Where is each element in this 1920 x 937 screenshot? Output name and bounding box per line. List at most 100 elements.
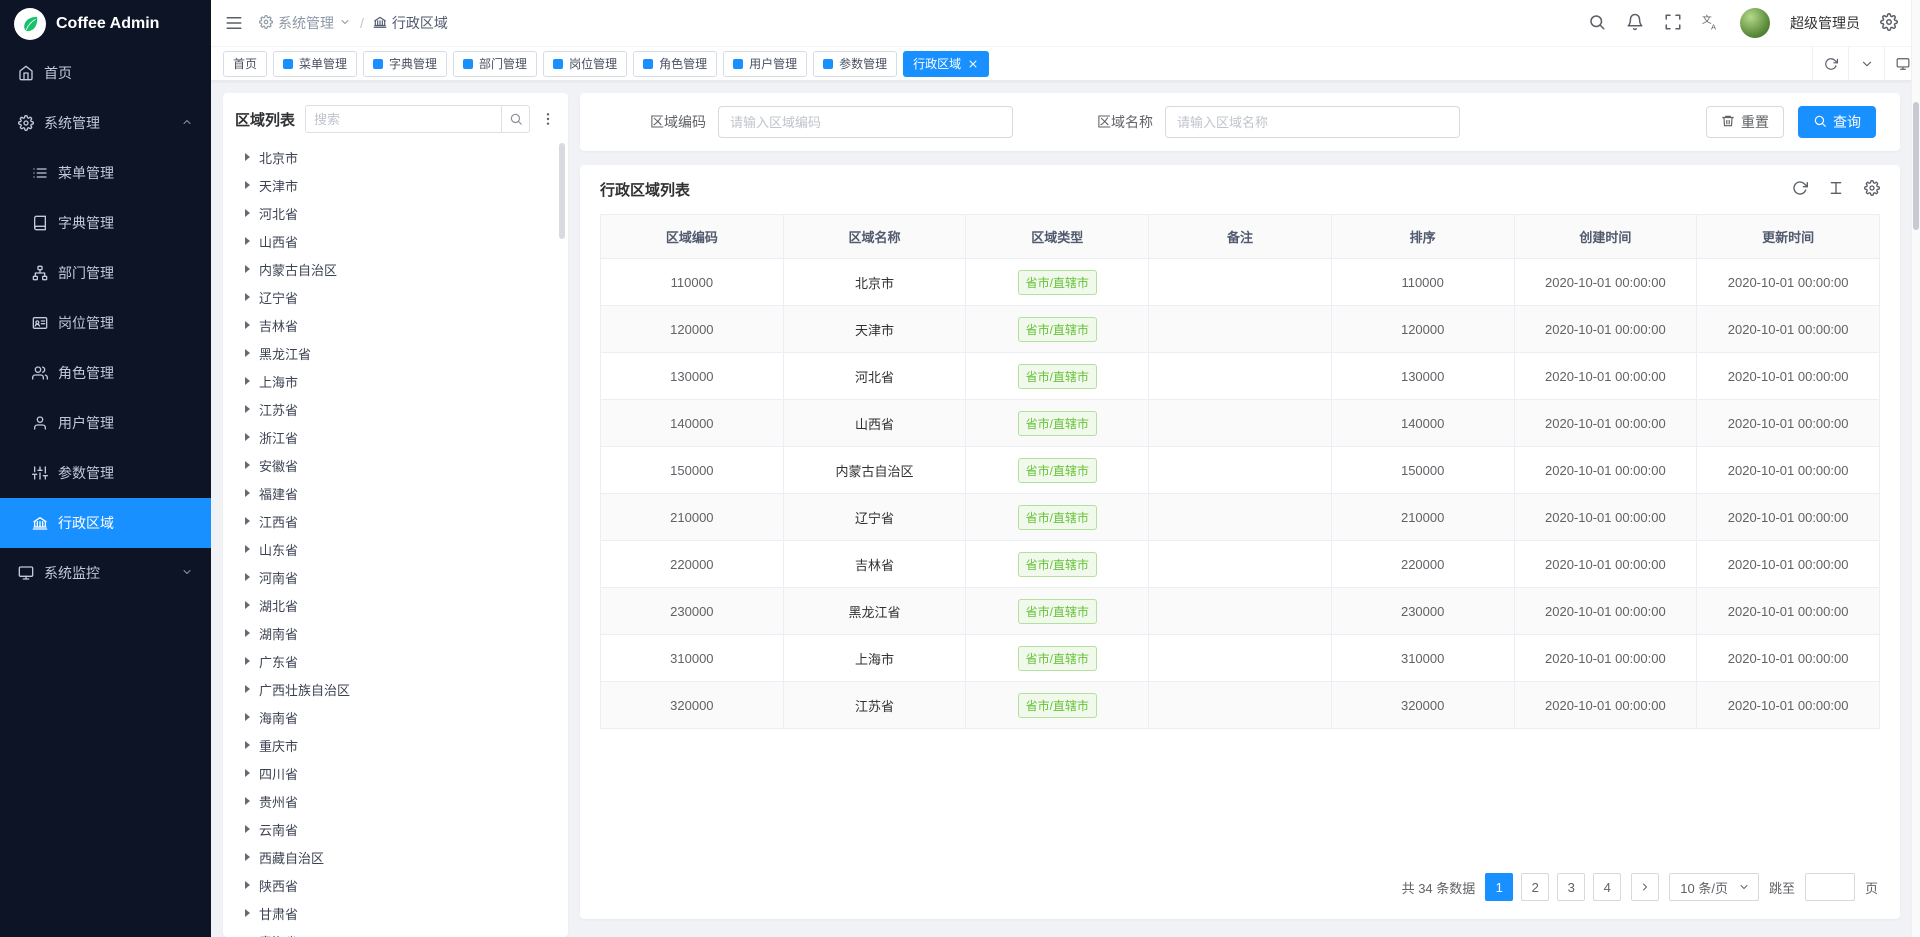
- chevron-right-icon[interactable]: [245, 489, 250, 497]
- tree-item[interactable]: 湖南省: [235, 619, 556, 647]
- tree-item[interactable]: 上海市: [235, 367, 556, 395]
- sidebar-item-admin-region[interactable]: 行政区域: [0, 498, 211, 548]
- region-code-input[interactable]: [718, 106, 1013, 138]
- sidebar-section-system-monitor[interactable]: 系统监控: [0, 548, 211, 598]
- tree-item[interactable]: 安徽省: [235, 451, 556, 479]
- page-button[interactable]: 1: [1485, 873, 1513, 901]
- tree-item[interactable]: 河北省: [235, 199, 556, 227]
- tree-item[interactable]: 重庆市: [235, 731, 556, 759]
- tree-item[interactable]: 陕西省: [235, 871, 556, 899]
- tree-item[interactable]: 山西省: [235, 227, 556, 255]
- sidebar-item-dept-management[interactable]: 部门管理: [0, 248, 211, 298]
- tree-item[interactable]: 北京市: [235, 143, 556, 171]
- chevron-right-icon[interactable]: [245, 657, 250, 665]
- tree-item[interactable]: 辽宁省: [235, 283, 556, 311]
- tree-item[interactable]: 浙江省: [235, 423, 556, 451]
- chevron-right-icon[interactable]: [245, 293, 250, 301]
- chevron-right-icon[interactable]: [245, 881, 250, 889]
- chevron-right-icon[interactable]: [245, 433, 250, 441]
- page-scrollbar[interactable]: [1911, 0, 1920, 937]
- page-button[interactable]: 4: [1593, 873, 1621, 901]
- tree-item[interactable]: 江西省: [235, 507, 556, 535]
- sidebar-item-param-management[interactable]: 参数管理: [0, 448, 211, 498]
- tree-item[interactable]: 广西壮族自治区: [235, 675, 556, 703]
- fullscreen-icon[interactable]: [1664, 13, 1682, 34]
- tree-item[interactable]: 广东省: [235, 647, 556, 675]
- tree-item[interactable]: 青海省: [235, 927, 556, 937]
- chevron-right-icon[interactable]: [245, 237, 250, 245]
- tree-item[interactable]: 湖北省: [235, 591, 556, 619]
- tree-item[interactable]: 海南省: [235, 703, 556, 731]
- chevron-right-icon[interactable]: [245, 825, 250, 833]
- chevron-right-icon[interactable]: [245, 405, 250, 413]
- chevron-right-icon[interactable]: [245, 769, 250, 777]
- tree-scrollbar-thumb[interactable]: [559, 143, 565, 239]
- tab[interactable]: 行政区域: [903, 51, 989, 77]
- username[interactable]: 超级管理员: [1790, 13, 1860, 33]
- chevron-right-icon[interactable]: [245, 321, 250, 329]
- gear-icon[interactable]: [1880, 13, 1898, 34]
- chevron-right-icon[interactable]: [245, 545, 250, 553]
- chevron-right-icon[interactable]: [245, 909, 250, 917]
- query-button[interactable]: 查询: [1798, 106, 1876, 138]
- tree-item[interactable]: 云南省: [235, 815, 556, 843]
- tree-item[interactable]: 河南省: [235, 563, 556, 591]
- translate-icon[interactable]: [1702, 13, 1720, 34]
- sidebar-item-role-management[interactable]: 角色管理: [0, 348, 211, 398]
- chevron-right-icon[interactable]: [245, 181, 250, 189]
- tree-item[interactable]: 江苏省: [235, 395, 556, 423]
- tree-item[interactable]: 西藏自治区: [235, 843, 556, 871]
- tree-item[interactable]: 吉林省: [235, 311, 556, 339]
- tree-item[interactable]: 贵州省: [235, 787, 556, 815]
- page-size-select[interactable]: 10 条/页: [1669, 873, 1759, 901]
- tab[interactable]: 参数管理: [813, 51, 897, 77]
- sidebar-item-menu-management[interactable]: 菜单管理: [0, 148, 211, 198]
- refresh-icon[interactable]: [1812, 47, 1848, 80]
- chevron-right-icon[interactable]: [245, 601, 250, 609]
- chevron-right-icon[interactable]: [245, 797, 250, 805]
- density-icon[interactable]: [1828, 180, 1844, 199]
- sidebar-item-dict-management[interactable]: 字典管理: [0, 198, 211, 248]
- sidebar-item-user-management[interactable]: 用户管理: [0, 398, 211, 448]
- chevron-right-icon[interactable]: [245, 209, 250, 217]
- chevron-right-icon[interactable]: [245, 741, 250, 749]
- chevron-right-icon[interactable]: [245, 629, 250, 637]
- refresh-icon[interactable]: [1792, 180, 1808, 199]
- gear-icon[interactable]: [1864, 180, 1880, 199]
- search-icon[interactable]: [1588, 13, 1606, 34]
- region-search-input[interactable]: [306, 112, 501, 127]
- sidebar-section-system-management[interactable]: 系统管理: [0, 98, 211, 148]
- reset-button[interactable]: 重置: [1706, 106, 1784, 138]
- tab[interactable]: 用户管理: [723, 51, 807, 77]
- tree-item[interactable]: 四川省: [235, 759, 556, 787]
- tree-item[interactable]: 山东省: [235, 535, 556, 563]
- chevron-right-icon[interactable]: [245, 685, 250, 693]
- chevron-right-icon[interactable]: [245, 573, 250, 581]
- avatar[interactable]: [1740, 8, 1770, 38]
- tab[interactable]: 菜单管理: [273, 51, 357, 77]
- bell-icon[interactable]: [1626, 13, 1644, 34]
- page-scrollbar-thumb[interactable]: [1913, 102, 1919, 230]
- next-page-button[interactable]: [1631, 873, 1659, 901]
- sidebar-collapse-icon[interactable]: [225, 14, 243, 32]
- tree-item[interactable]: 甘肃省: [235, 899, 556, 927]
- close-icon[interactable]: [967, 58, 979, 70]
- tab[interactable]: 部门管理: [453, 51, 537, 77]
- tab[interactable]: 首页: [223, 51, 267, 77]
- sidebar-item-post-management[interactable]: 岗位管理: [0, 298, 211, 348]
- chevron-right-icon[interactable]: [245, 461, 250, 469]
- chevron-right-icon[interactable]: [245, 377, 250, 385]
- chevron-right-icon[interactable]: [245, 517, 250, 525]
- tree-item[interactable]: 内蒙古自治区: [235, 255, 556, 283]
- breadcrumb-item-system[interactable]: 系统管理: [259, 13, 351, 33]
- more-options-icon[interactable]: [540, 111, 556, 127]
- tree-item[interactable]: 福建省: [235, 479, 556, 507]
- region-name-input[interactable]: [1165, 106, 1460, 138]
- sidebar-item-home[interactable]: 首页: [0, 48, 211, 98]
- tab[interactable]: 字典管理: [363, 51, 447, 77]
- chevron-right-icon[interactable]: [245, 853, 250, 861]
- jump-page-input[interactable]: [1805, 873, 1855, 901]
- chevron-right-icon[interactable]: [245, 265, 250, 273]
- chevron-right-icon[interactable]: [245, 713, 250, 721]
- page-button[interactable]: 3: [1557, 873, 1585, 901]
